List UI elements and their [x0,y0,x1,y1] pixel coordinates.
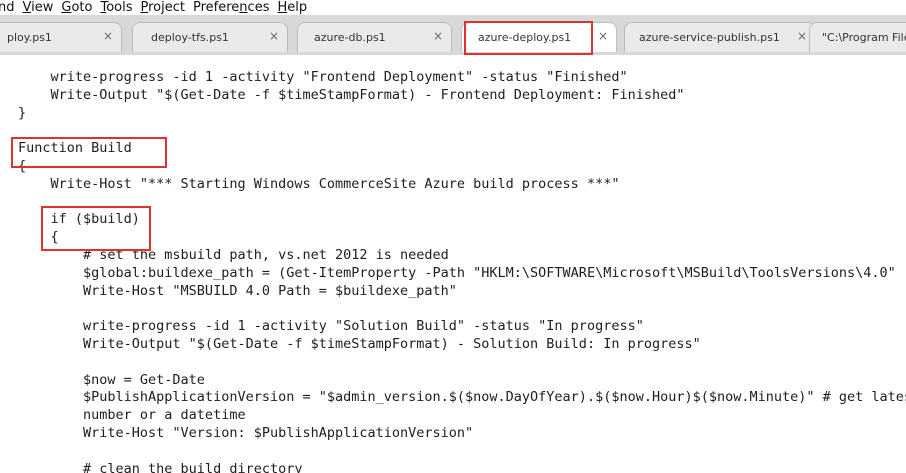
code-line: # clean the build directory [18,460,303,473]
code-line: { [18,158,27,174]
close-icon[interactable]: × [797,29,807,43]
code-line: Write-Host "*** Starting Windows Commerc… [18,175,620,192]
code-line: # set the msbuild path, vs.net 2012 is n… [18,247,449,263]
code-line: number or a datetime [18,407,246,424]
code-line: Function Build [18,140,132,157]
menu-item[interactable]: Preferences [189,0,273,15]
menu-item-text: nd [0,0,15,15]
code-line: $global:buildexe_path = (Get-ItemPropert… [18,264,906,281]
close-icon[interactable]: × [103,29,113,43]
menu-item-text: oto [71,0,93,15]
code-line: write-progress -id 1 -activity "Solution… [18,318,644,335]
code-line: Write-Host "MSBUILD 4.0 Path = $buildexe… [18,282,457,299]
tab-program-files[interactable]: "C:\Program Files [809,22,906,52]
code-line: write-progress -id 1 -activity "Frontend… [18,69,628,85]
menu-item-text: ools [106,0,133,15]
tab-deploy-tfs[interactable]: deploy-tfs.ps1 × [132,22,288,52]
close-icon[interactable]: × [598,29,608,43]
menu-item[interactable]: Help [273,0,311,15]
code-editor[interactable]: write-progress -id 1 -activity "Frontend… [0,55,906,473]
tab-label: ploy.ps1 [7,31,52,44]
tab-bar: ploy.ps1 × deploy-tfs.ps1 × azure-db.ps1… [0,15,906,55]
tab-azure-service-publish[interactable]: azure-service-publish.ps1 × [624,22,816,52]
menu-item[interactable]: Project [136,0,189,15]
code-line: Write-Output "$(Get-Date -f $timeStampFo… [18,336,701,352]
tab-label: azure-db.ps1 [314,31,386,44]
menu-item[interactable]: Tools [96,0,136,15]
tab-label: azure-deploy.ps1 [478,31,572,44]
code-line: } [18,104,27,121]
code-line: { [18,229,59,246]
tab-label: "C:\Program Files [822,31,906,44]
menu-item-accelerator: n [239,0,248,15]
tab-azure-deploy[interactable]: azure-deploy.ps1 × [461,22,617,52]
tab-label: deploy-tfs.ps1 [151,31,229,44]
menu-item[interactable]: Goto [57,0,96,15]
tab-deploy[interactable]: ploy.ps1 × [0,22,122,52]
tab-azure-db[interactable]: azure-db.ps1 × [297,22,452,52]
menu-item-accelerator: V [22,0,32,15]
tab-label: azure-service-publish.ps1 [639,31,780,44]
menu-item-text: Prefere [192,0,240,15]
code-line: $PublishApplicationVersion = "$admin_ver… [18,389,906,406]
menu-item-text: iew [31,0,54,15]
code-line: if ($build) [18,211,140,228]
code-line: Write-Host "Version: $PublishApplication… [18,425,474,441]
menu-bar: nd View Goto Tools Project Preferences Help [0,0,906,15]
code-line: $now = Get-Date [18,371,205,388]
menu-item[interactable]: nd [0,0,19,15]
menu-item-text: roject [148,0,185,15]
close-icon[interactable]: × [433,29,443,43]
menu-item-accelerator: G [61,0,72,15]
menu-item-accelerator: P [140,0,149,15]
menu-item-accelerator: H [277,0,288,15]
close-icon[interactable]: × [269,29,279,43]
menu-item[interactable]: View [19,0,58,15]
code-line: Write-Output "$(Get-Date -f $timeStampFo… [18,86,685,103]
menu-item-text: elp [287,0,308,15]
menu-item-text: ces [247,0,270,15]
